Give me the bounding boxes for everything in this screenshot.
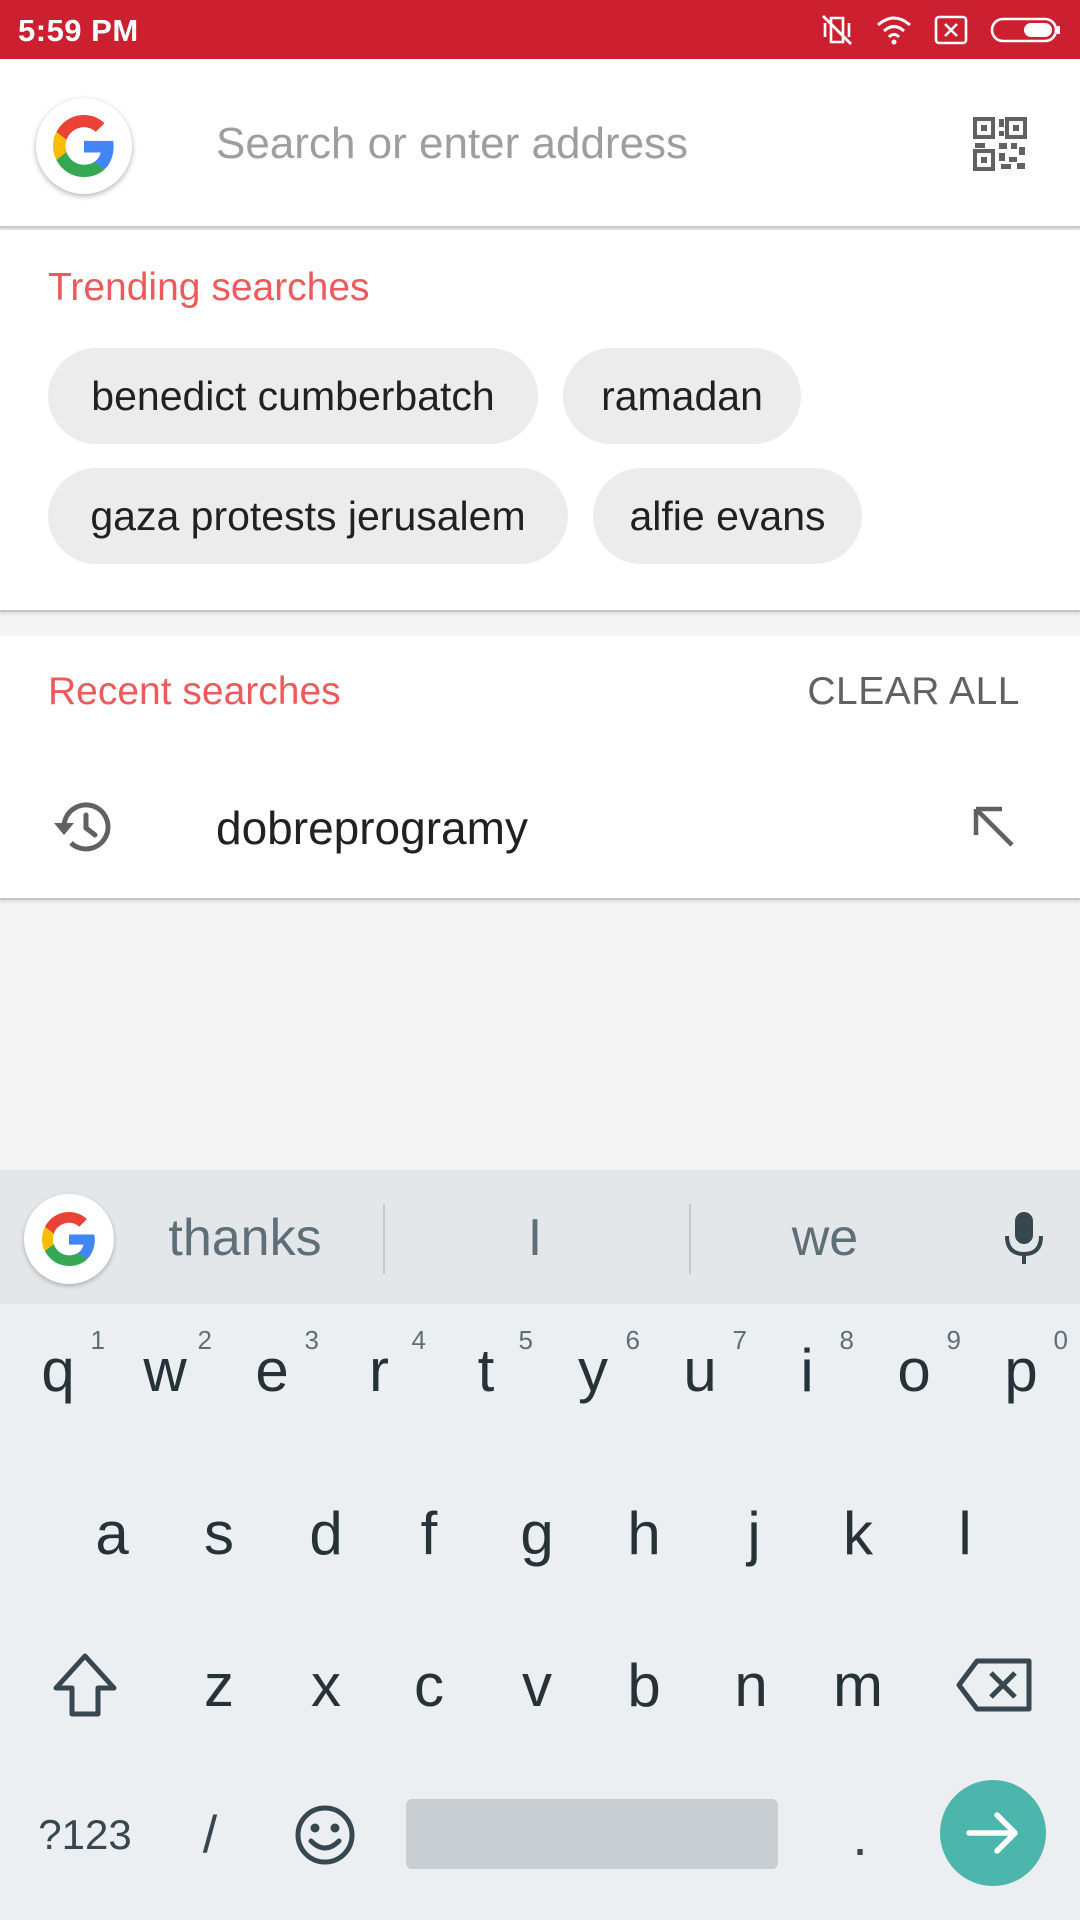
key-letter: o bbox=[897, 1336, 931, 1404]
recent-search-item[interactable]: dobreprogramy bbox=[0, 761, 1080, 891]
key-t[interactable]: t5 bbox=[433, 1305, 539, 1435]
trending-title: Trending searches bbox=[48, 266, 370, 309]
backspace-icon bbox=[956, 1658, 1032, 1712]
arrow-right-icon bbox=[966, 1812, 1018, 1854]
recent-search-text: dobreprogramy bbox=[216, 802, 528, 854]
key-letter: i bbox=[800, 1336, 814, 1404]
trending-chip[interactable]: ramadan bbox=[563, 348, 801, 444]
suggestion-bar: thanks I we bbox=[0, 1170, 1080, 1304]
key-number: 4 bbox=[411, 1325, 426, 1355]
key-letter: p bbox=[1004, 1336, 1038, 1404]
backspace-key[interactable] bbox=[940, 1620, 1050, 1750]
key-u[interactable]: u7 bbox=[647, 1305, 753, 1435]
key-j[interactable]: j bbox=[701, 1468, 807, 1598]
key-i[interactable]: i8 bbox=[754, 1305, 860, 1435]
suggestion-divider bbox=[689, 1204, 691, 1274]
key-q[interactable]: q1 bbox=[5, 1305, 111, 1435]
key-number: 0 bbox=[1053, 1325, 1068, 1355]
search-input[interactable] bbox=[216, 114, 916, 174]
trending-chip[interactable]: alfie evans bbox=[593, 468, 862, 564]
key-z[interactable]: z bbox=[166, 1620, 272, 1750]
emoji-key[interactable] bbox=[275, 1770, 375, 1900]
key-g[interactable]: g bbox=[484, 1468, 590, 1598]
key-b[interactable]: b bbox=[591, 1620, 697, 1750]
key-v[interactable]: v bbox=[484, 1620, 590, 1750]
key-number: 2 bbox=[197, 1325, 212, 1355]
battery-icon bbox=[990, 17, 1060, 43]
key-d[interactable]: d bbox=[273, 1468, 379, 1598]
key-letter: u bbox=[683, 1336, 717, 1404]
key-number: 8 bbox=[839, 1325, 854, 1355]
status-time: 5:59 PM bbox=[18, 13, 139, 48]
clear-all-button[interactable]: CLEAR ALL bbox=[807, 670, 1020, 714]
key-s[interactable]: s bbox=[166, 1468, 272, 1598]
key-number: 6 bbox=[625, 1325, 640, 1355]
key-l[interactable]: l bbox=[912, 1468, 1018, 1598]
microphone-icon[interactable] bbox=[1002, 1210, 1046, 1266]
history-icon bbox=[54, 802, 111, 852]
key-o[interactable]: o9 bbox=[861, 1305, 967, 1435]
key-letter: r bbox=[369, 1336, 389, 1404]
trending-chip[interactable]: benedict cumberbatch bbox=[48, 348, 538, 444]
suggestion[interactable]: we bbox=[720, 1208, 930, 1268]
shift-key[interactable] bbox=[30, 1620, 140, 1750]
shift-arrow-icon bbox=[53, 1653, 117, 1717]
key-letter: y bbox=[578, 1336, 608, 1404]
google-logo-button[interactable] bbox=[36, 98, 132, 194]
suggestion[interactable]: thanks bbox=[140, 1208, 350, 1268]
key-number: 1 bbox=[90, 1325, 105, 1355]
key-number: 7 bbox=[732, 1325, 747, 1355]
no-sim-icon bbox=[934, 15, 968, 45]
recent-searches-card: Recent searches CLEAR ALL dobreprogramy bbox=[0, 636, 1080, 900]
key-f[interactable]: f bbox=[376, 1468, 482, 1598]
key-x[interactable]: x bbox=[273, 1620, 379, 1750]
search-bar bbox=[0, 59, 1080, 228]
slash-key[interactable]: / bbox=[160, 1770, 260, 1900]
space-bar[interactable] bbox=[406, 1799, 778, 1869]
key-number: 5 bbox=[518, 1325, 533, 1355]
key-number: 3 bbox=[304, 1325, 319, 1355]
suggestion-divider bbox=[383, 1204, 385, 1274]
qr-code-icon[interactable] bbox=[972, 116, 1028, 172]
trending-chip[interactable]: gaza protests jerusalem bbox=[48, 468, 568, 564]
key-letter: t bbox=[477, 1336, 495, 1404]
vibrate-off-icon bbox=[822, 15, 852, 45]
key-p[interactable]: p0 bbox=[968, 1305, 1074, 1435]
key-y[interactable]: y6 bbox=[540, 1305, 646, 1435]
keyboard-google-button[interactable] bbox=[24, 1194, 114, 1284]
status-bar: 5:59 PM bbox=[0, 0, 1080, 59]
status-icons bbox=[820, 10, 1062, 50]
emoji-icon bbox=[295, 1805, 355, 1865]
key-h[interactable]: h bbox=[591, 1468, 697, 1598]
trending-searches-card: Trending searches benedict cumberbatch r… bbox=[0, 230, 1080, 612]
key-n[interactable]: n bbox=[698, 1620, 804, 1750]
period-key[interactable]: . bbox=[810, 1770, 910, 1900]
enter-button[interactable] bbox=[940, 1780, 1046, 1886]
key-c[interactable]: c bbox=[376, 1620, 482, 1750]
recent-title: Recent searches bbox=[48, 670, 341, 713]
key-letter: w bbox=[143, 1336, 187, 1404]
symbols-key[interactable]: ?123 bbox=[20, 1770, 150, 1900]
google-logo-icon bbox=[53, 115, 114, 177]
key-k[interactable]: k bbox=[805, 1468, 911, 1598]
key-letter: e bbox=[255, 1336, 289, 1404]
google-logo-icon bbox=[42, 1212, 95, 1266]
key-a[interactable]: a bbox=[59, 1468, 165, 1598]
key-number: 9 bbox=[946, 1325, 961, 1355]
key-letter: q bbox=[41, 1336, 75, 1404]
key-r[interactable]: r4 bbox=[326, 1305, 432, 1435]
key-w[interactable]: w2 bbox=[112, 1305, 218, 1435]
wifi-icon bbox=[877, 16, 911, 45]
suggestion[interactable]: I bbox=[420, 1208, 650, 1268]
key-m[interactable]: m bbox=[805, 1620, 911, 1750]
arrow-up-left-icon[interactable] bbox=[968, 801, 1018, 851]
key-e[interactable]: e3 bbox=[219, 1305, 325, 1435]
